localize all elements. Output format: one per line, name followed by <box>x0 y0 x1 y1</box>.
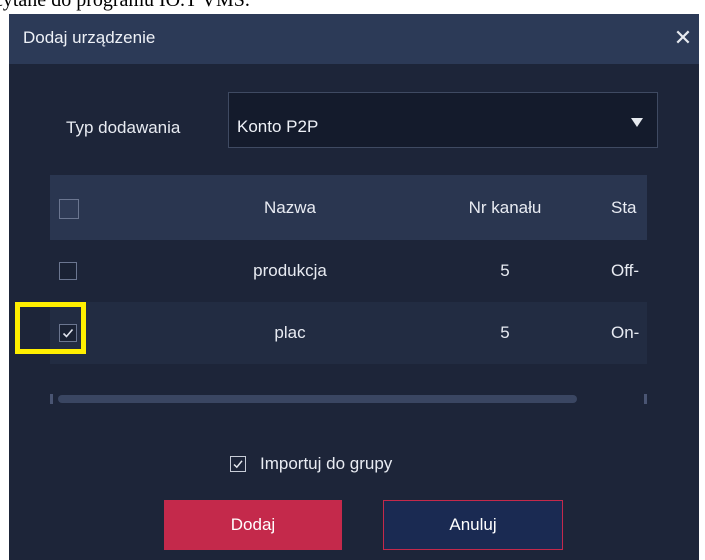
horizontal-scrollbar[interactable] <box>50 392 647 406</box>
device-name: produkcja <box>253 261 327 280</box>
device-table: Nazwa Nr kanału Sta produkcja 5 Off- pla… <box>50 175 647 407</box>
check-icon <box>233 460 243 469</box>
device-status: On- <box>611 323 640 342</box>
column-header-name[interactable]: Nazwa <box>180 175 400 240</box>
add-type-label: Typ dodawania <box>66 118 181 137</box>
import-to-group-option[interactable]: Importuj do grupy <box>230 454 392 474</box>
device-name: plac <box>274 323 306 342</box>
device-channel: 5 <box>500 323 510 342</box>
highlight-annotation <box>15 302 86 354</box>
dialog-title: Dodaj urządzenie <box>23 28 156 47</box>
add-type-select[interactable]: Konto P2P <box>228 92 658 148</box>
add-device-dialog: Dodaj urządzenie ✕ Typ dodawania Konto P… <box>9 14 699 560</box>
select-all-checkbox[interactable] <box>59 199 79 219</box>
column-header-status[interactable]: Sta <box>611 175 647 240</box>
table-row[interactable]: produkcja 5 Off- <box>50 240 647 302</box>
dialog-title-bar: Dodaj urządzenie ✕ <box>9 14 699 64</box>
table-row[interactable]: plac 5 On- <box>50 302 647 364</box>
table-header: Nazwa Nr kanału Sta <box>50 175 647 240</box>
scroll-left-cap <box>50 394 53 404</box>
device-channel: 5 <box>500 261 510 280</box>
close-icon[interactable]: ✕ <box>669 24 697 52</box>
scrollbar-thumb[interactable] <box>58 395 577 403</box>
scroll-right-cap <box>644 394 647 404</box>
column-header-channel[interactable]: Nr kanału <box>430 175 580 240</box>
add-type-value: Konto P2P <box>237 117 319 136</box>
import-to-group-checkbox[interactable] <box>230 456 246 472</box>
import-to-group-label: Importuj do grupy <box>260 454 393 473</box>
page-caption: cytane do programu IO.T VMS. <box>0 0 250 11</box>
dropdown-arrow-icon <box>631 118 643 127</box>
cancel-button[interactable]: Anuluj <box>383 500 563 550</box>
add-button[interactable]: Dodaj <box>164 500 342 550</box>
row-checkbox[interactable] <box>59 262 77 280</box>
device-status: Off- <box>611 261 640 280</box>
